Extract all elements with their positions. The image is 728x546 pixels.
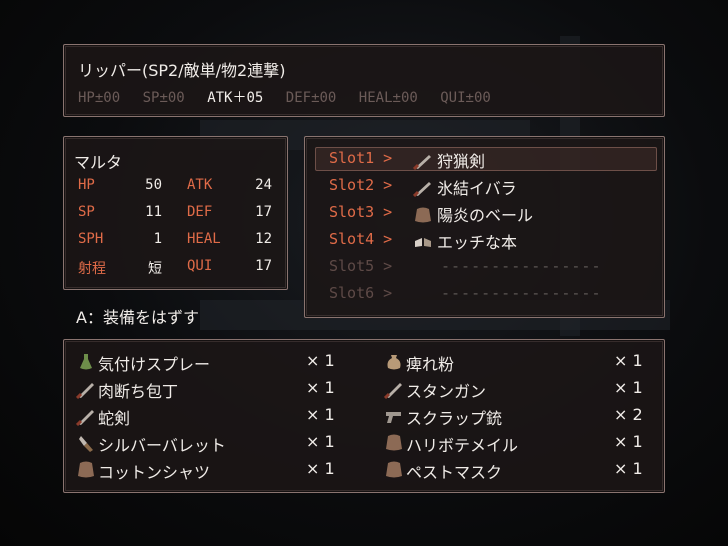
item-quantity: × 1	[614, 432, 643, 451]
item-name: 蛇剣	[98, 409, 131, 428]
status-value: 17	[255, 204, 272, 220]
slot-label: Slot4 >	[329, 230, 393, 248]
cloth-icon	[415, 207, 431, 223]
slot-label: Slot2 >	[329, 176, 393, 194]
equip-slot-6[interactable]: Slot6 > ----------------	[305, 282, 666, 306]
item-name: ペストマスク	[406, 463, 503, 482]
status-row: SPH 1 HEAL 12	[64, 231, 289, 251]
status-label: ATK	[187, 177, 213, 193]
item-quantity: × 1	[306, 378, 335, 397]
sword-icon	[413, 155, 431, 170]
item-name: スタンガン	[406, 382, 487, 401]
status-row: HP 50 ATK 24	[64, 177, 289, 197]
status-label: DEF	[187, 204, 213, 220]
item-quantity: × 1	[614, 378, 643, 397]
item-stat-changes: HP±00 SP±00 ATK＋05 DEF±00 HEAL±00 QUI±00	[78, 87, 505, 107]
slot-label: Slot5 >	[329, 257, 393, 275]
status-value: 1	[153, 231, 162, 247]
equip-slot-window: Slot1 > 狩猟剣 Slot2 > 氷結イバラ Slot3 > 陽炎のベール…	[304, 136, 665, 318]
item-name: シルバーバレット	[98, 436, 226, 455]
status-label: QUI	[187, 258, 213, 274]
item-name: コットンシャツ	[98, 463, 211, 482]
item-quantity: × 1	[306, 459, 335, 478]
item-name: リッパー(SP2/敵単/物2連撃)	[78, 61, 286, 80]
sword-icon	[76, 410, 94, 426]
status-value: 24	[255, 177, 272, 193]
unequip-hint: A：装備をはずす	[76, 308, 199, 327]
status-row: 射程 短 QUI 17	[64, 258, 289, 278]
item-name: 痺れ粉	[406, 355, 455, 374]
inventory-item[interactable]: シルバーバレット × 1	[76, 431, 356, 457]
inventory-item[interactable]: 気付けスプレー × 1	[76, 350, 356, 376]
equip-slot-3[interactable]: Slot3 > 陽炎のベール	[305, 201, 666, 225]
item-description-window: リッパー(SP2/敵単/物2連撃) HP±00 SP±00 ATK＋05 DEF…	[63, 44, 665, 117]
equip-slot-2[interactable]: Slot2 > 氷結イバラ	[305, 174, 666, 198]
inventory-item[interactable]: ハリボテメイル × 1	[384, 431, 664, 457]
pouch-icon	[387, 355, 401, 370]
status-value: 50	[145, 177, 162, 193]
sword-icon	[384, 383, 402, 399]
bullet-icon	[79, 436, 93, 452]
gun-icon	[386, 412, 401, 423]
actor-name: マルタ	[74, 153, 123, 172]
item-name: ハリボテメイル	[406, 436, 519, 455]
stat-change-atk: ATK＋05	[207, 90, 264, 106]
inventory-item[interactable]: ペストマスク × 1	[384, 458, 664, 484]
slot-label: Slot1 >	[329, 149, 393, 167]
item-quantity: × 1	[614, 351, 643, 370]
inventory-item[interactable]: 痺れ粉 × 1	[384, 350, 664, 376]
item-quantity: × 2	[614, 405, 643, 424]
status-label: 射程	[78, 261, 106, 277]
inventory-window: 気付けスプレー × 1 痺れ粉 × 1 肉断ち包丁 × 1 スタンガン × 1 …	[63, 339, 665, 493]
slot-item-name: エッチな本	[437, 233, 518, 252]
item-name: 肉断ち包丁	[98, 382, 179, 401]
status-label: HEAL	[187, 231, 221, 247]
slot-item-name: 氷結イバラ	[437, 179, 517, 198]
stat-change-hp: HP±00	[78, 90, 121, 106]
inventory-item[interactable]: コットンシャツ × 1	[76, 458, 356, 484]
status-value: 短	[148, 261, 162, 277]
stat-change-heal: HEAL±00	[358, 90, 418, 106]
slot-item-name: 陽炎のベール	[437, 206, 534, 225]
inventory-item[interactable]: スタンガン × 1	[384, 377, 664, 403]
status-label: HP	[78, 177, 95, 193]
equip-slot-1[interactable]: Slot1 > 狩猟剣	[305, 147, 666, 171]
sword-icon	[76, 383, 94, 399]
slot-label: Slot6 >	[329, 284, 393, 302]
status-value: 12	[255, 231, 272, 247]
status-value: 11	[145, 204, 162, 220]
slot-empty: ----------------	[441, 284, 602, 302]
item-name: スクラップ銃	[406, 409, 503, 428]
status-value: 17	[255, 258, 272, 274]
stat-change-sp: SP±00	[142, 90, 185, 106]
item-quantity: × 1	[306, 432, 335, 451]
cloth-icon	[78, 461, 94, 478]
item-quantity: × 1	[306, 405, 335, 424]
inventory-item[interactable]: 肉断ち包丁 × 1	[76, 377, 356, 403]
actor-status-window: マルタ HP 50 ATK 24 SP 11 DEF 17 SPH 1 HEAL…	[63, 136, 288, 290]
inventory-item[interactable]: スクラップ銃 × 2	[384, 404, 664, 430]
potion-icon	[80, 354, 92, 370]
book-icon	[415, 238, 431, 247]
cloth-icon	[386, 461, 402, 478]
status-label: SP	[78, 204, 95, 220]
stat-change-qui: QUI±00	[440, 90, 491, 106]
slot-label: Slot3 >	[329, 203, 393, 221]
slot-empty: ----------------	[441, 257, 602, 275]
item-quantity: × 1	[306, 351, 335, 370]
status-row: SP 11 DEF 17	[64, 204, 289, 224]
stat-change-def: DEF±00	[285, 90, 337, 106]
cloth-icon	[386, 434, 402, 451]
slot-item-name: 狩猟剣	[437, 152, 486, 171]
equip-slot-5[interactable]: Slot5 > ----------------	[305, 255, 666, 279]
sword-icon	[413, 182, 431, 197]
item-quantity: × 1	[614, 459, 643, 478]
status-label: SPH	[78, 231, 104, 247]
item-name: 気付けスプレー	[98, 355, 211, 374]
inventory-item[interactable]: 蛇剣 × 1	[76, 404, 356, 430]
equip-slot-4[interactable]: Slot4 > エッチな本	[305, 228, 666, 252]
